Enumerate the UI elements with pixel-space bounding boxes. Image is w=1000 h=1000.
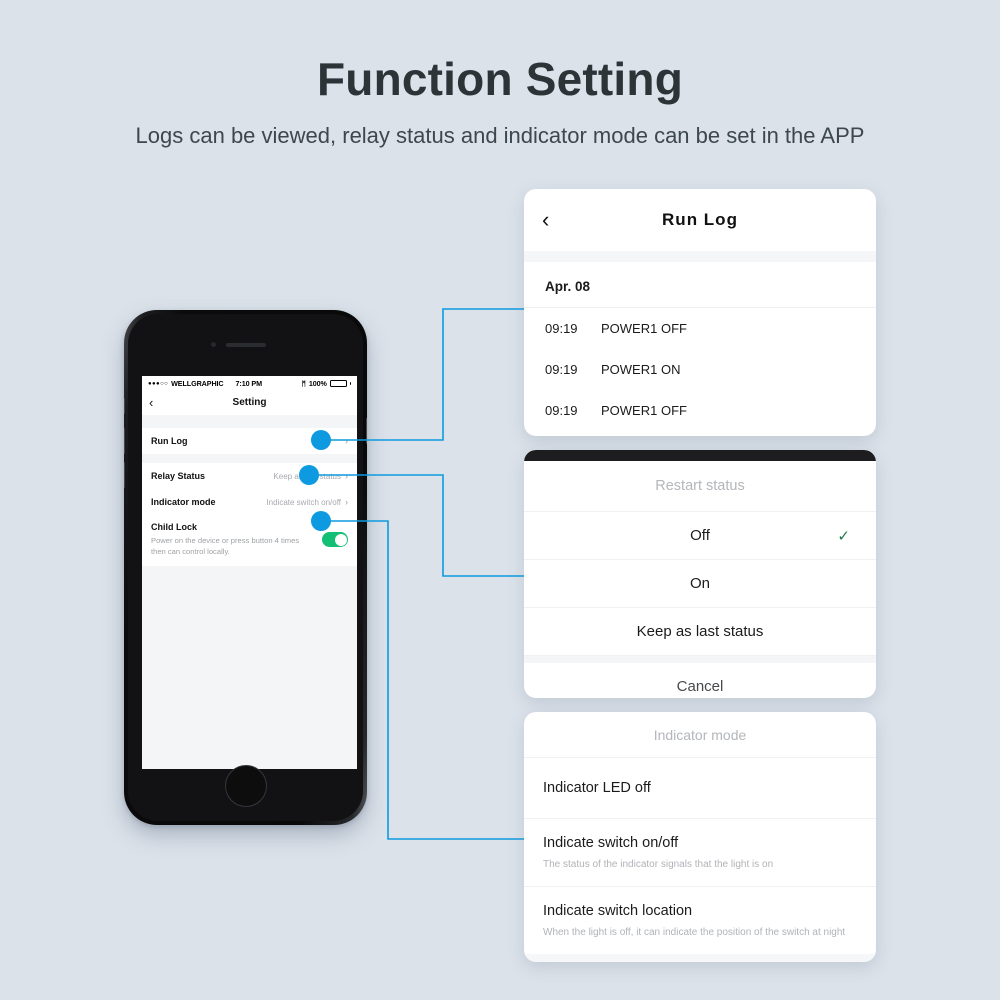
phone-mockup: ●●●○○ WELLGRAPHIC 7:10 PM ᛗ 100% ‹ Setti… (124, 310, 367, 825)
back-icon[interactable]: ‹ (149, 396, 153, 409)
row-label: Indicator mode (151, 497, 216, 507)
phone-speaker-icon (225, 343, 266, 347)
indicator-mode-title: Indicator mode (524, 712, 876, 758)
entry-time: 09:19 (545, 403, 578, 418)
run-log-entry: 09:19 POWER1 OFF (524, 390, 876, 431)
volume-down-button (124, 462, 125, 488)
phone-screen-title: Setting (232, 397, 267, 408)
cancel-button[interactable]: Cancel (524, 663, 876, 698)
phone-status-bar: ●●●○○ WELLGRAPHIC 7:10 PM ᛗ 100% (142, 376, 357, 390)
child-lock-toggle[interactable] (322, 532, 348, 547)
indicator-option-led-off[interactable]: Indicator LED off (524, 758, 876, 819)
bluetooth-icon: ᛗ (301, 379, 306, 388)
run-log-date-header: Apr. 08 (524, 262, 876, 308)
page-header: Function Setting Logs can be viewed, rel… (0, 0, 1000, 149)
restart-option-on[interactable]: On (524, 560, 876, 608)
run-log-card: ‹ Run Log Apr. 08 09:19 POWER1 OFF 09:19… (524, 189, 876, 436)
phone-bezel: ●●●○○ WELLGRAPHIC 7:10 PM ᛗ 100% ‹ Setti… (128, 314, 363, 821)
section-divider (524, 251, 876, 262)
carrier-label: WELLGRAPHIC (171, 379, 224, 388)
restart-status-card: Restart status Off ✓ On Keep as last sta… (524, 450, 876, 698)
callout-dot-run-log (311, 430, 331, 450)
mute-switch-icon (124, 398, 125, 414)
entry-time: 09:19 (545, 362, 578, 377)
option-description: When the light is off, it can indicate t… (543, 927, 846, 938)
back-icon[interactable]: ‹ (542, 209, 549, 231)
row-value: Indicate switch on/off › (266, 497, 348, 507)
indicator-option-switch-location[interactable]: Indicate switch location When the light … (524, 887, 876, 954)
section-divider (524, 656, 876, 663)
page-subtitle: Logs can be viewed, relay status and ind… (135, 123, 865, 148)
child-lock-texts: Child Lock Power on the device or press … (151, 522, 301, 557)
toggle-knob (334, 533, 347, 546)
page-title: Function Setting (316, 53, 684, 105)
battery-percent-label: 100% (308, 379, 327, 388)
option-description: The status of the indicator signals that… (543, 859, 774, 870)
option-label: Indicate switch on/off (543, 835, 679, 851)
run-log-title: Run Log (662, 210, 738, 229)
section-divider (142, 415, 357, 428)
battery-cap-icon (349, 382, 351, 385)
phone-nav-bar: ‹ Setting (142, 390, 357, 415)
option-label: Indicate switch location (543, 903, 693, 919)
check-icon: ✓ (837, 527, 850, 545)
card-top-bar (524, 450, 876, 461)
child-lock-description: Power on the device or press button 4 ti… (151, 536, 300, 556)
row-label: Relay Status (151, 471, 206, 481)
status-bar-time: 7:10 PM (235, 379, 263, 388)
restart-option-keep-last[interactable]: Keep as last status (524, 608, 876, 656)
screen-empty-area (142, 566, 357, 769)
option-label: On (689, 575, 710, 592)
indicator-option-switch-onoff[interactable]: Indicate switch on/off The status of the… (524, 819, 876, 887)
row-value-text: Indicate switch on/off (266, 497, 341, 507)
run-log-entry: 09:19 POWER1 OFF (524, 308, 876, 349)
card-footer (524, 954, 876, 962)
chevron-right-icon: › (345, 436, 348, 446)
home-button[interactable] (224, 765, 267, 807)
power-button (366, 418, 367, 444)
battery-icon (329, 380, 347, 387)
sidebar-item-relay-status[interactable]: Relay Status Keep as last status › (142, 463, 357, 489)
callout-dot-relay-status (299, 465, 319, 485)
indicator-mode-card: Indicator mode Indicator LED off Indicat… (524, 712, 876, 962)
status-bar-right: ᛗ 100% (302, 379, 351, 388)
option-label: Off (690, 527, 710, 544)
entry-event: POWER1 ON (601, 362, 681, 377)
volume-up-button (124, 428, 125, 454)
option-label: Indicator LED off (543, 780, 651, 796)
row-label: Run Log (151, 436, 188, 446)
signal-strength-icon: ●●●○○ (148, 380, 169, 387)
restart-status-title: Restart status (524, 461, 876, 512)
run-log-header: ‹ Run Log (524, 189, 876, 251)
phone-camera-icon (210, 342, 216, 347)
option-label: Keep as last status (636, 623, 764, 640)
chevron-right-icon: › (345, 471, 348, 481)
restart-option-off[interactable]: Off ✓ (524, 512, 876, 560)
child-lock-label: Child Lock (151, 522, 198, 532)
callout-dot-indicator-mode (311, 511, 331, 531)
run-log-entry: 09:19 POWER1 ON (524, 349, 876, 390)
row-value: › (341, 436, 348, 446)
entry-event: POWER1 OFF (601, 321, 687, 336)
entry-event: POWER1 OFF (601, 403, 687, 418)
section-divider (142, 454, 357, 463)
chevron-right-icon: › (345, 497, 348, 507)
entry-time: 09:19 (545, 321, 578, 336)
